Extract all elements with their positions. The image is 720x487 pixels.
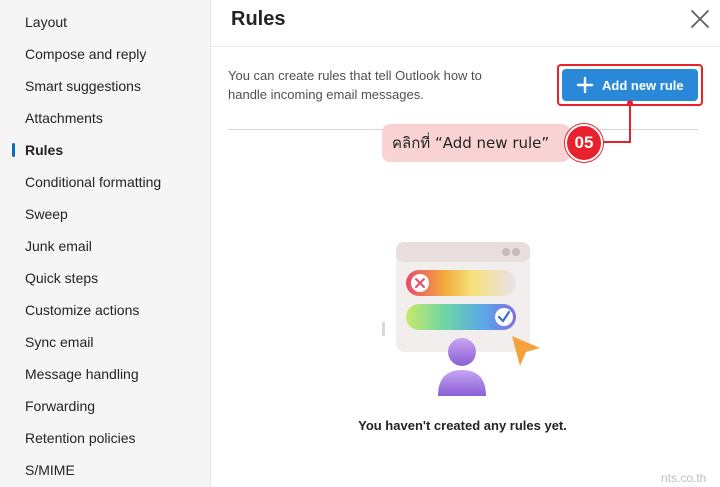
close-button[interactable] <box>688 7 712 31</box>
active-indicator <box>12 143 15 157</box>
annotation-connector <box>602 100 633 143</box>
page-title: Rules <box>231 8 286 30</box>
header-divider <box>211 46 720 47</box>
rules-description: You can create rules that tell Outlook h… <box>228 68 482 102</box>
sidebar-item-conditional-formatting[interactable]: Conditional formatting <box>25 172 161 192</box>
sidebar-item-smart-suggestions[interactable]: Smart suggestions <box>25 76 141 96</box>
empty-rules-illustration <box>382 242 540 396</box>
sidebar-item-compose-and-reply[interactable]: Compose and reply <box>25 44 146 64</box>
annotation-callout: คลิกที่ “Add new rule” <box>382 124 570 162</box>
close-icon <box>691 10 709 28</box>
sidebar-item-message-handling[interactable]: Message handling <box>25 364 139 384</box>
sidebar-item-quick-steps[interactable]: Quick steps <box>25 268 98 288</box>
sidebar-item-rules[interactable]: Rules <box>25 140 63 160</box>
sidebar-item-forwarding[interactable]: Forwarding <box>25 396 95 416</box>
add-new-rule-label: Add new rule <box>602 77 684 93</box>
sidebar-item-sweep[interactable]: Sweep <box>25 204 68 224</box>
sidebar-item-retention-policies[interactable]: Retention policies <box>25 428 136 448</box>
settings-sidebar: Layout Compose and reply Smart suggestio… <box>0 0 211 487</box>
add-new-rule-button[interactable]: Add new rule <box>562 69 698 101</box>
sidebar-item-smime[interactable]: S/MIME <box>25 460 75 480</box>
sidebar-item-customize-actions[interactable]: Customize actions <box>25 300 139 320</box>
watermark: nts.co.th <box>661 471 707 485</box>
sidebar-item-junk-email[interactable]: Junk email <box>25 236 92 256</box>
sidebar-item-layout[interactable]: Layout <box>25 12 67 32</box>
empty-state-message: You haven't created any rules yet. <box>358 418 567 433</box>
step-number-badge: 05 <box>565 124 603 162</box>
plus-icon <box>576 76 594 94</box>
sidebar-item-attachments[interactable]: Attachments <box>25 108 103 128</box>
sidebar-item-sync-email[interactable]: Sync email <box>25 332 93 352</box>
